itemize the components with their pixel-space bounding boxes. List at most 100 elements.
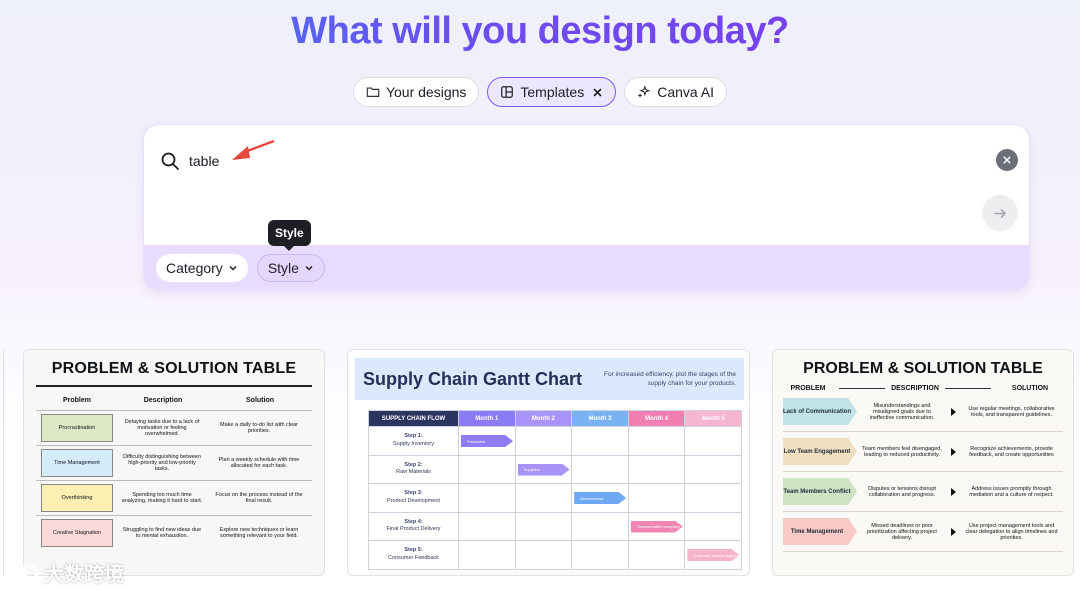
- step-cell: Step 3: Product Development: [368, 483, 459, 513]
- problem-cell: Lack of Communication: [783, 398, 857, 425]
- template-card-problem-solution-1[interactable]: PROBLEM & SOLUTION TABLE Problem Descrip…: [23, 349, 325, 576]
- gantt-cell: [458, 540, 516, 570]
- description-cell: Delaying tasks due to a lack of motivati…: [124, 419, 200, 437]
- step-cell: Step 5: Consumer Feedback: [368, 540, 459, 570]
- watermark-text: 大数跨境: [44, 564, 124, 586]
- gantt-cell: Manufacturer: [571, 483, 629, 513]
- style-filter-label: Style: [267, 259, 299, 276]
- table-row: Step 3: Product Development Manufacturer: [368, 483, 742, 513]
- tab-canva-ai[interactable]: Canva AI: [624, 77, 728, 107]
- gantt-bar: Producers: [461, 435, 513, 447]
- folder-icon: [366, 87, 380, 97]
- gantt-cell: [627, 540, 686, 570]
- watermark: 大数跨境: [10, 558, 124, 587]
- gantt-cell: [627, 454, 686, 484]
- arrow-right-icon: [993, 208, 1006, 218]
- close-icon: [1003, 156, 1011, 164]
- partial-template-card[interactable]: [0, 349, 4, 576]
- submit-search-button[interactable]: [982, 195, 1018, 231]
- solution-cell: Make a daily to-do list with clear prior…: [220, 422, 298, 434]
- gantt-cell: Producers: [458, 426, 516, 456]
- gantt-cell: [458, 454, 516, 484]
- arrow-icon: [951, 487, 956, 496]
- page-title: What will you design today?: [0, 10, 1080, 53]
- problem-cell: Time Management: [783, 518, 857, 545]
- search-input[interactable]: table: [189, 153, 219, 169]
- card-header: Supply Chain Gantt Chart For increased e…: [355, 358, 744, 400]
- solution-cell: Use regular meetings, collaborative tool…: [968, 405, 1055, 418]
- gantt-cell: [571, 454, 629, 484]
- table-header: PROBLEM DESCRIPTION SOLUTION: [783, 385, 1063, 392]
- solution-cell: Recognize achievements, provide feedback…: [969, 445, 1054, 458]
- description-cell: Disputes or tensions disrupt collaborati…: [868, 485, 936, 498]
- step-number: Step 3:: [404, 490, 423, 497]
- gantt-cell: [458, 511, 516, 541]
- description-cell: Misunderstandings and misaligned goals d…: [869, 402, 935, 421]
- gantt-cell: [571, 540, 629, 570]
- tab-label: Templates: [520, 84, 585, 100]
- step-number: Step 4:: [404, 518, 423, 525]
- tab-label: Canva AI: [657, 84, 715, 100]
- step-cell: Step 2: Raw Materials: [368, 454, 459, 484]
- gantt-cell: Transportation company: [627, 511, 686, 541]
- solution-cell: Explore new techniques or learn somethin…: [219, 527, 299, 539]
- arrow-icon: [951, 447, 956, 456]
- sparkle-icon: [638, 85, 651, 98]
- template-card-gantt-chart[interactable]: Supply Chain Gantt Chart For increased e…: [347, 349, 750, 576]
- category-filter-label: Category: [166, 259, 223, 276]
- gantt-table: SUPPLY CHAIN FLOW Month 1 Month 2 Month 3 Mo…: [368, 410, 742, 570]
- problem-cell: Overthinking: [41, 484, 113, 512]
- column-header: Description: [143, 397, 183, 404]
- gantt-cell: Customer service support: [684, 540, 742, 570]
- solution-cell: Address issues promptly through mediatio…: [969, 485, 1054, 498]
- gantt-bar: Suppliers: [517, 463, 570, 476]
- arrow-icon: [951, 407, 956, 416]
- annotation-arrow-icon: [232, 139, 275, 160]
- template-icon: [501, 86, 514, 98]
- step-cell: Step 1: Supply Inventory: [368, 426, 459, 456]
- table-header: Problem Description Solution: [36, 397, 312, 404]
- step-name: Consumer Feedback: [387, 554, 440, 561]
- style-filter[interactable]: Style: [256, 253, 325, 282]
- problem-cell: Procrastination: [41, 414, 113, 442]
- search-icon: [161, 152, 179, 170]
- table-row: Step 5: Consumer Feedback Customer service…: [368, 540, 742, 570]
- table-row: Step 4: Final Product Delivery Transportat…: [368, 511, 742, 541]
- table-body: Lack of Communication Misunderstandings a…: [773, 392, 1073, 552]
- gantt-cell: [571, 426, 629, 456]
- tab-your-designs[interactable]: Your designs: [352, 77, 480, 107]
- gantt-cell: [684, 483, 742, 513]
- gantt-cell: [514, 483, 573, 513]
- table-row: Step 2: Raw Materials Suppliers: [368, 454, 742, 484]
- gantt-cell: [627, 426, 686, 456]
- gantt-cell: [684, 454, 742, 484]
- step-number: Step 5:: [404, 547, 423, 554]
- column-header: Month 4: [627, 410, 686, 427]
- gantt-cell: [514, 540, 573, 570]
- style-tooltip: Style: [268, 220, 311, 251]
- column-header: Month 1: [458, 410, 516, 427]
- close-icon[interactable]: [592, 87, 603, 98]
- step-name: Final Product Delivery: [386, 526, 441, 533]
- card-subtitle: For increased efficiency, plot the stage…: [604, 370, 736, 387]
- arrow-icon: [951, 527, 956, 536]
- tab-bar: Your designs Templates Canva AI: [0, 77, 1080, 107]
- gantt-cell: Suppliers: [514, 454, 573, 484]
- category-filter[interactable]: Category: [156, 253, 248, 282]
- description-cell: Spending too much time analyzing, making…: [121, 492, 203, 504]
- watermark-logo-icon: [10, 564, 39, 581]
- gantt-cell: [627, 483, 686, 513]
- table-row: Creative Stagnation Struggling to find ne…: [36, 515, 312, 550]
- clear-search-button[interactable]: [996, 149, 1018, 171]
- step-name: Raw Materials: [396, 469, 431, 476]
- tab-templates[interactable]: Templates: [487, 77, 617, 107]
- gantt-cell: [684, 426, 742, 456]
- table-row: Team Members Conflict Disputes or tension…: [783, 472, 1063, 512]
- card-title: PROBLEM & SOLUTION TABLE: [51, 360, 297, 377]
- gantt-cell: [514, 426, 573, 456]
- filter-bar: Category Style: [144, 245, 1029, 290]
- template-card-problem-solution-2[interactable]: PROBLEM & SOLUTION TABLE PROBLEM DESCRIP…: [772, 349, 1074, 576]
- card-title: PROBLEM & SOLUTION TABLE: [803, 360, 1043, 377]
- table-row: Overthinking Spending too much time analy…: [36, 480, 312, 515]
- gantt-cell: [571, 511, 629, 541]
